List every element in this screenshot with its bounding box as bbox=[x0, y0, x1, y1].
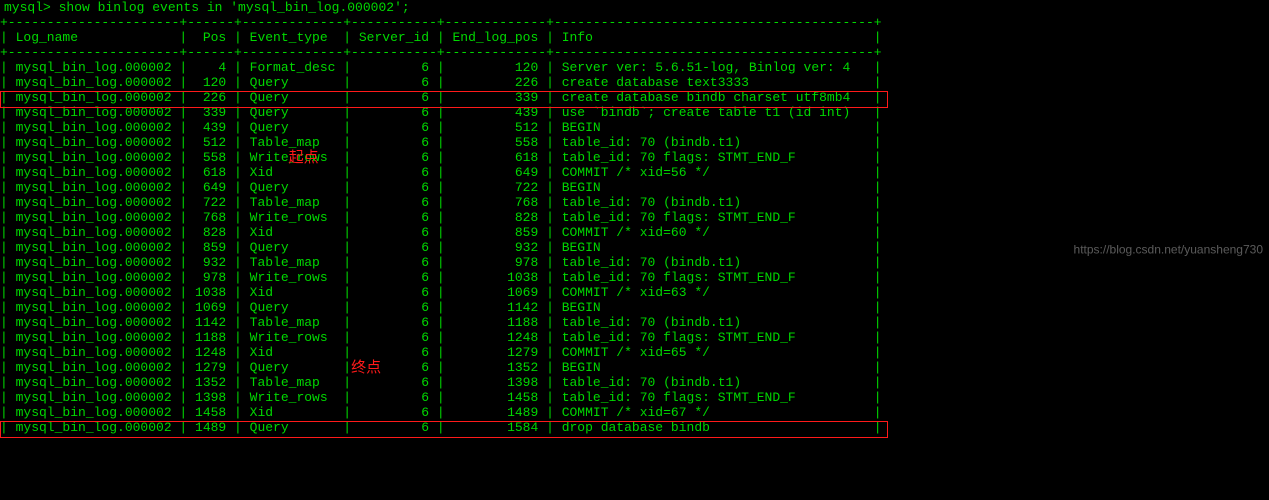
table-row: | mysql_bin_log.000002 | 1248 | Xid | 6 … bbox=[0, 345, 882, 360]
table-row: | mysql_bin_log.000002 | 649 | Query | 6… bbox=[0, 180, 882, 195]
table-row: | mysql_bin_log.000002 | 339 | Query | 6… bbox=[0, 105, 882, 120]
watermark-text: https://blog.csdn.net/yuansheng730 bbox=[1074, 243, 1263, 258]
table-row: | mysql_bin_log.000002 | 618 | Xid | 6 |… bbox=[0, 165, 882, 180]
table-row: | mysql_bin_log.000002 | 932 | Table_map… bbox=[0, 255, 882, 270]
command-text: show binlog events in 'mysql_bin_log.000… bbox=[59, 0, 410, 15]
table-separator: +----------------------+------+---------… bbox=[0, 15, 882, 30]
table-row: | mysql_bin_log.000002 | 1188 | Write_ro… bbox=[0, 330, 882, 345]
table-row: | mysql_bin_log.000002 | 1489 | Query | … bbox=[0, 420, 882, 435]
table-row: | mysql_bin_log.000002 | 1069 | Query | … bbox=[0, 300, 882, 315]
mysql-prompt: mysql> bbox=[4, 0, 59, 15]
table-row: | mysql_bin_log.000002 | 4 | Format_desc… bbox=[0, 60, 882, 75]
table-row: | mysql_bin_log.000002 | 1142 | Table_ma… bbox=[0, 315, 882, 330]
table-row: | mysql_bin_log.000002 | 828 | Xid | 6 |… bbox=[0, 225, 882, 240]
table-row: | mysql_bin_log.000002 | 120 | Query | 6… bbox=[0, 75, 882, 90]
table-row: | mysql_bin_log.000002 | 558 | Write_row… bbox=[0, 150, 882, 165]
annotation-arrows bbox=[0, 435, 1269, 500]
table-row: | mysql_bin_log.000002 | 1458 | Xid | 6 … bbox=[0, 405, 882, 420]
table-row: | mysql_bin_log.000002 | 439 | Query | 6… bbox=[0, 120, 882, 135]
table-row: | mysql_bin_log.000002 | 859 | Query | 6… bbox=[0, 240, 882, 255]
table-row: | mysql_bin_log.000002 | 226 | Query | 6… bbox=[0, 90, 882, 105]
table-row: | mysql_bin_log.000002 | 722 | Table_map… bbox=[0, 195, 882, 210]
table-row: | mysql_bin_log.000002 | 1279 | Query | … bbox=[0, 360, 882, 375]
table-row: | mysql_bin_log.000002 | 512 | Table_map… bbox=[0, 135, 882, 150]
table-row: | mysql_bin_log.000002 | 1352 | Table_ma… bbox=[0, 375, 882, 390]
table-row: | mysql_bin_log.000002 | 1038 | Xid | 6 … bbox=[0, 285, 882, 300]
table-row: | mysql_bin_log.000002 | 1398 | Write_ro… bbox=[0, 390, 882, 405]
table-row: | mysql_bin_log.000002 | 768 | Write_row… bbox=[0, 210, 882, 225]
table-row: | mysql_bin_log.000002 | 978 | Write_row… bbox=[0, 270, 882, 285]
table-separator: +----------------------+------+---------… bbox=[0, 45, 882, 60]
table-header-row: | Log_name | Pos | Event_type | Server_i… bbox=[0, 30, 882, 45]
terminal-output[interactable]: mysql> show binlog events in 'mysql_bin_… bbox=[0, 0, 1269, 435]
